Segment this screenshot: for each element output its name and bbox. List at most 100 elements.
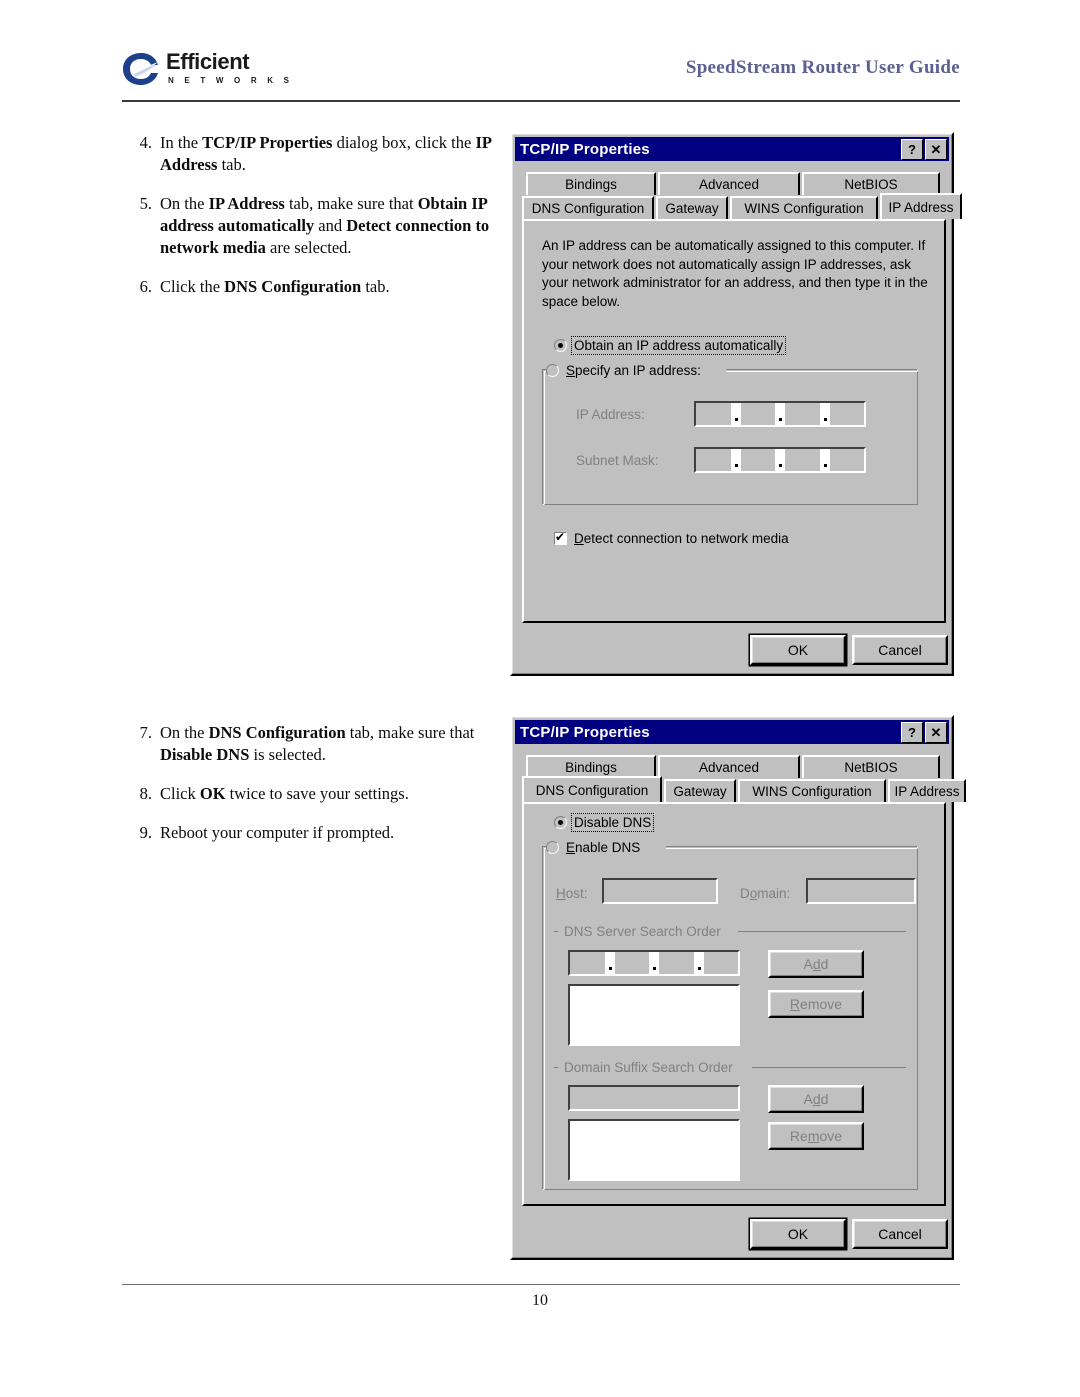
- tcpip-properties-dialog-ip[interactable]: TCP/IP Properties ? ✕ Bindings Advanced …: [510, 132, 962, 676]
- dns-octet-4[interactable]: [704, 952, 739, 974]
- tab-gateway[interactable]: Gateway: [664, 779, 736, 802]
- cancel-button-label: Cancel: [878, 1226, 922, 1242]
- subnet-separator-1: [730, 449, 741, 471]
- radio-enable-dns[interactable]: Enable DNS: [546, 840, 640, 855]
- label-host: Host:: [556, 886, 588, 901]
- ip-separator-3: [819, 403, 830, 425]
- groupbox-bevel: [544, 371, 918, 505]
- tabs-row-1[interactable]: Bindings Advanced NetBIOS: [526, 172, 942, 195]
- ok-button[interactable]: OK: [750, 635, 846, 665]
- dns-octet-1[interactable]: [570, 952, 605, 974]
- tab-bindings[interactable]: Bindings: [526, 172, 656, 195]
- tab-gateway[interactable]: Gateway: [656, 196, 728, 219]
- ip-octet-3[interactable]: [785, 403, 820, 425]
- radio-obtain-ip-automatically[interactable]: Obtain an IP address automatically: [554, 336, 787, 355]
- help-button[interactable]: ?: [901, 139, 923, 160]
- tab-bindings[interactable]: Bindings: [526, 755, 656, 778]
- tab-dns-configuration[interactable]: DNS Configuration: [522, 776, 662, 802]
- ip-separator-1: [730, 403, 741, 425]
- ip-octet-4[interactable]: [830, 403, 865, 425]
- checkbox-detect-connection[interactable]: Detect connection to network media: [554, 530, 789, 546]
- dns-server-list[interactable]: [568, 984, 740, 1046]
- instruction-list-second: 7. On the DNS Configuration tab, make sur…: [122, 722, 502, 861]
- tabs-row-2[interactable]: DNS Configuration Gateway WINS Configura…: [522, 776, 968, 802]
- close-button[interactable]: ✕: [925, 139, 947, 160]
- step-number: 7.: [139, 723, 152, 742]
- tabs-row-2[interactable]: DNS Configuration Gateway WINS Configura…: [522, 193, 964, 219]
- radio-label-enable-dns: Enable DNS: [566, 840, 641, 855]
- label-domain-text: main:: [757, 886, 791, 901]
- tab-wins-configuration[interactable]: WINS Configuration: [730, 196, 878, 219]
- help-button[interactable]: ?: [901, 722, 923, 743]
- radio-indicator-disable-dns[interactable]: [554, 816, 567, 829]
- suffix-add-button[interactable]: Add: [768, 1085, 864, 1113]
- subnet-octet-2[interactable]: [741, 449, 776, 471]
- efficient-networks-logo: Efficient N E T W O R K S: [122, 50, 362, 94]
- instruction-step: 4. In the TCP/IP Properties dialog box, c…: [122, 132, 502, 176]
- checkbox-indicator-detect[interactable]: [554, 530, 567, 545]
- subnet-octet-4[interactable]: [830, 449, 865, 471]
- host-input[interactable]: [602, 878, 718, 904]
- subnet-octet-1[interactable]: [696, 449, 731, 471]
- checkbox-label-detect: Detect connection to network media: [574, 531, 789, 546]
- subnet-mask-input[interactable]: [694, 447, 866, 473]
- tab-netbios[interactable]: NetBIOS: [802, 172, 940, 195]
- step-text: On the IP Address tab, make sure that Ob…: [160, 194, 490, 257]
- ip-address-input[interactable]: [694, 401, 866, 427]
- radio-indicator-obtain[interactable]: [554, 339, 567, 352]
- tabs-row-1[interactable]: Bindings Advanced NetBIOS: [526, 755, 942, 778]
- step-number: 9.: [139, 823, 152, 842]
- instruction-list-first: 4. In the TCP/IP Properties dialog box, c…: [122, 132, 502, 315]
- ok-button[interactable]: OK: [750, 1219, 846, 1249]
- tab-ip-address[interactable]: IP Address: [880, 193, 962, 219]
- dns-server-search-order-label: DNS Server Search Order: [560, 924, 725, 939]
- tab-netbios[interactable]: NetBIOS: [802, 755, 940, 778]
- label-subnet-mask: Subnet Mask:: [576, 453, 659, 468]
- cancel-button[interactable]: Cancel: [852, 635, 948, 665]
- tab-advanced[interactable]: Advanced: [658, 755, 800, 778]
- ok-button-label: OK: [787, 642, 809, 658]
- specify-ip-groupbox: [542, 369, 918, 505]
- cancel-button[interactable]: Cancel: [852, 1219, 948, 1249]
- tab-ip-address[interactable]: IP Address: [888, 779, 966, 802]
- radio-disable-dns[interactable]: Disable DNS: [554, 813, 655, 832]
- radio-indicator-enable-dns[interactable]: [546, 841, 559, 854]
- suffix-remove-button-label: Remove: [789, 1128, 843, 1144]
- step-text: On the DNS Configuration tab, make sure …: [160, 723, 475, 764]
- dns-separator-3: [693, 952, 704, 974]
- tab-dns-configuration[interactable]: DNS Configuration: [522, 196, 654, 219]
- tab-page-dns-configuration: Disable DNS Enable DNS Host: Domain: DNS…: [522, 802, 946, 1206]
- tab-wins-configuration[interactable]: WINS Configuration: [738, 779, 886, 802]
- dns-remove-button[interactable]: Remove: [768, 990, 864, 1018]
- tab-advanced[interactable]: Advanced: [658, 172, 800, 195]
- dns-add-button-label: Add: [803, 956, 829, 972]
- domain-suffix-list[interactable]: [568, 1119, 740, 1181]
- subnet-octet-3[interactable]: [785, 449, 820, 471]
- tcpip-properties-dialog-dns[interactable]: TCP/IP Properties ? ✕ Bindings Advanced …: [510, 715, 966, 1260]
- radio-label-specify-text: pecify an IP address:: [575, 363, 701, 378]
- radio-specify-ip-address[interactable]: Specify an IP address:: [546, 363, 701, 378]
- dialog-titlebar[interactable]: TCP/IP Properties ? ✕: [515, 137, 949, 161]
- checkbox-label-detect-text: etect connection to network media: [583, 531, 789, 546]
- radio-label-enable-dns-text: nable DNS: [575, 840, 641, 855]
- page-header: Efficient N E T W O R K S SpeedStream Ro…: [122, 45, 960, 103]
- domain-input[interactable]: [806, 878, 916, 904]
- close-button[interactable]: ✕: [925, 722, 947, 743]
- dialog-title: TCP/IP Properties: [520, 140, 650, 158]
- efficient-swoosh-logo-icon: [123, 53, 159, 85]
- instruction-step: 5. On the IP Address tab, make sure that …: [122, 193, 502, 259]
- label-ip-address: IP Address:: [576, 407, 645, 422]
- dns-server-entry-input[interactable]: [568, 950, 740, 976]
- domain-suffix-entry-input[interactable]: [568, 1085, 740, 1111]
- label-host-text: ost:: [565, 886, 588, 901]
- dns-octet-3[interactable]: [659, 952, 694, 974]
- dns-octet-2[interactable]: [615, 952, 650, 974]
- step-number: 4.: [139, 133, 152, 152]
- step-number: 6.: [139, 277, 152, 296]
- ip-octet-1[interactable]: [696, 403, 731, 425]
- radio-indicator-specify[interactable]: [546, 364, 559, 377]
- dialog-titlebar[interactable]: TCP/IP Properties ? ✕: [515, 720, 949, 744]
- ip-octet-2[interactable]: [741, 403, 776, 425]
- suffix-remove-button[interactable]: Remove: [768, 1122, 864, 1150]
- dns-add-button[interactable]: Add: [768, 950, 864, 978]
